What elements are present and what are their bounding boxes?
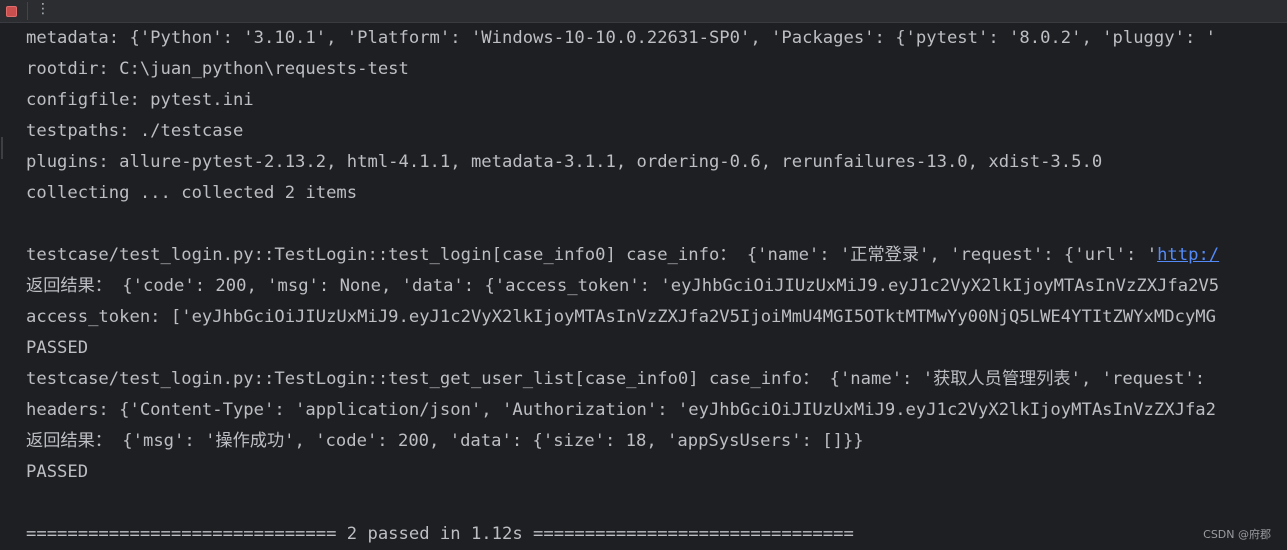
console-line-test-user-list-header: testcase/test_login.py::TestLogin::test_… — [26, 369, 1216, 389]
toolbar-divider — [27, 2, 28, 20]
console-gutter — [0, 23, 12, 550]
console-line-test-login-header: testcase/test_login.py::TestLogin::test_… — [26, 240, 1219, 271]
console-line-collecting: collecting ... collected 2 items — [26, 183, 358, 203]
test-login-header-text: testcase/test_login.py::TestLogin::test_… — [26, 245, 1158, 265]
console-line-configfile: configfile: pytest.ini — [26, 90, 254, 110]
more-vertical-icon: ⋮ — [36, 1, 50, 17]
console-line-rootdir: rootdir: C:\juan_python\requests-test — [26, 59, 409, 79]
more-options-button[interactable]: ⋮ — [35, 0, 51, 20]
console-line-test-user-list-status: PASSED — [26, 462, 89, 482]
console-line-access-token: access_token: ['eyJhbGciOiJIUzUxMiJ9.eyJ… — [26, 307, 1216, 327]
gutter-marker — [1, 137, 3, 159]
watermark: CSDN @府郡 — [1203, 528, 1271, 541]
console-line-summary: ============================== 2 passed … — [26, 524, 854, 544]
console-line-testpaths: testpaths: ./testcase — [26, 121, 244, 141]
console-output[interactable]: metadata: {'Python': '3.10.1', 'Platform… — [26, 23, 1287, 550]
run-console-window: ⋮ metadata: {'Python': '3.10.1', 'Platfo… — [0, 0, 1287, 550]
console-line-test-user-list-result: 返回结果： {'msg': '操作成功', 'code': 200, 'data… — [26, 431, 864, 451]
console-line-plugins: plugins: allure-pytest-2.13.2, html-4.1.… — [26, 152, 1103, 172]
console-line-test-login-result: 返回结果： {'code': 200, 'msg': None, 'data':… — [26, 276, 1220, 296]
stop-button[interactable] — [3, 3, 19, 19]
stop-icon — [5, 5, 17, 17]
request-url-link[interactable]: http:/ — [1157, 245, 1219, 265]
console-line-metadata: metadata: {'Python': '3.10.1', 'Platform… — [26, 28, 1216, 48]
console-line-test-login-status: PASSED — [26, 338, 89, 358]
console-toolbar: ⋮ — [0, 0, 1287, 23]
console-line-headers: headers: {'Content-Type': 'application/j… — [26, 400, 1216, 420]
